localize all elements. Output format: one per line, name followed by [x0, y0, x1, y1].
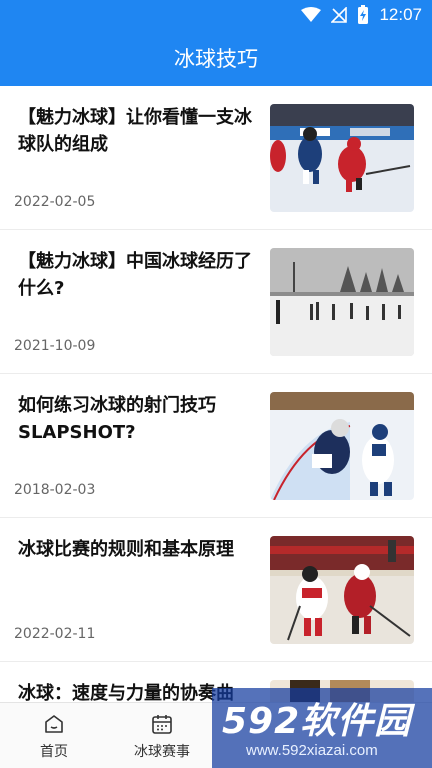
- article-title: 【魅力冰球】中国冰球经历了什么?: [18, 251, 252, 299]
- article-date: 2021-10-09: [14, 338, 96, 354]
- article-date: 2018-02-03: [14, 482, 96, 498]
- tab-label: 首页: [40, 744, 68, 760]
- article-item-1[interactable]: 【魅力冰球】中国冰球经历了什么? 2021-10-09: [0, 230, 432, 374]
- article-title: 冰球比赛的规则和基本原理: [18, 539, 234, 560]
- battery-charging-icon: [357, 5, 369, 25]
- tab-home[interactable]: 首页: [0, 703, 108, 768]
- article-thumbnail: [270, 104, 414, 212]
- tab-label: 冰球赛事: [134, 744, 190, 760]
- watermark: 592软件园 www.592xiazai.com: [212, 688, 432, 768]
- article-item-2[interactable]: 如何练习冰球的射门技巧SLAPSHOT? 2018-02-03: [0, 374, 432, 518]
- article-thumbnail: [270, 248, 414, 356]
- page-title: 冰球技巧: [174, 47, 258, 71]
- watermark-logo: 592软件园: [222, 701, 412, 742]
- watermark-url: www.592xiazai.com: [246, 742, 378, 759]
- wifi-icon: [301, 7, 322, 23]
- home-icon: [43, 711, 65, 737]
- calendar-icon: [151, 711, 173, 737]
- app-bar: 冰球技巧: [0, 30, 432, 86]
- article-title: 如何练习冰球的射门技巧SLAPSHOT?: [18, 395, 216, 443]
- status-time: 12:07: [379, 5, 422, 24]
- no-signal-icon: [331, 7, 348, 23]
- article-item-0[interactable]: 【魅力冰球】让你看懂一支冰球队的组成 2022-02-05: [0, 86, 432, 230]
- article-list[interactable]: 【魅力冰球】让你看懂一支冰球队的组成 2022-02-05 【魅力冰球】中国冰球…: [0, 86, 432, 702]
- tab-events[interactable]: 冰球赛事: [108, 703, 216, 768]
- article-title: 【魅力冰球】让你看懂一支冰球队的组成: [18, 107, 252, 155]
- article-thumbnail: [270, 536, 414, 644]
- article-date: 2022-02-05: [14, 194, 96, 210]
- article-item-3[interactable]: 冰球比赛的规则和基本原理 2022-02-11: [0, 518, 432, 662]
- article-thumbnail: [270, 392, 414, 500]
- status-bar: 12:07: [0, 0, 432, 30]
- article-date: 2022-02-11: [14, 626, 96, 642]
